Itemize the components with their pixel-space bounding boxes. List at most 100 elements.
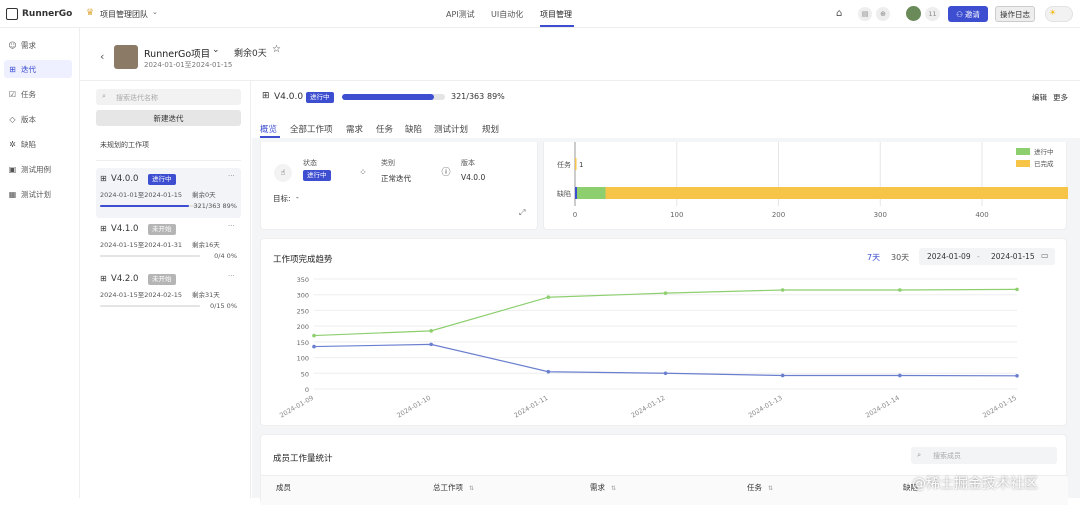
sidebar-item-testcases[interactable]: ▣ 测试用例 (4, 160, 72, 178)
team-selector[interactable]: 项目管理团队 (100, 9, 148, 20)
more-icon[interactable]: ··· (228, 272, 235, 280)
member-count[interactable]: 11 (925, 7, 940, 21)
star-icon[interactable]: ☆ (272, 44, 281, 55)
bar-data-label: 1 (579, 161, 583, 169)
sidebar-item-iteration[interactable]: ⊞ 迭代 (4, 60, 72, 78)
unplanned-items[interactable]: 未规划的工作项 (100, 140, 149, 150)
series-point (312, 344, 316, 349)
tab-project[interactable]: 项目管理 (540, 9, 572, 20)
sidebar-item-version[interactable]: ◇ 版本 (4, 110, 72, 128)
x-tick-label: 2024-01-13 (747, 394, 784, 420)
sidebar-item-label: 需求 (21, 40, 36, 50)
chevron-down-icon[interactable]: ⌄ (152, 8, 158, 16)
detail-tab[interactable]: 缺陷 (405, 123, 422, 135)
table-column-header[interactable]: 任务 ⇅ (747, 482, 773, 493)
theme-toggle[interactable]: ☀ (1045, 6, 1073, 22)
x-tick-label: 100 (670, 211, 683, 219)
more-icon[interactable]: ··· (228, 172, 235, 180)
tab-ui-auto[interactable]: UI自动化 (491, 9, 523, 20)
search-placeholder: 搜索迭代名称 (116, 94, 158, 102)
member-search[interactable]: ⌕ 搜索成员 (911, 447, 1057, 464)
column-label: 任务 (747, 483, 762, 492)
calendar-icon: ▭ (1041, 251, 1049, 260)
series-point (663, 291, 668, 295)
range-30-days[interactable]: 30天 (891, 252, 909, 263)
iteration-status-badge: 未开始 (148, 224, 176, 235)
bar-已完成 (575, 158, 577, 170)
remaining-days: 剩余0天 (234, 49, 267, 59)
tab-api[interactable]: API测试 (446, 9, 475, 20)
brand-name: RunnerGo (22, 9, 73, 19)
sidebar-item-tasks[interactable]: ☑ 任务 (4, 85, 72, 103)
sidebar: ☺ 需求 ⊞ 迭代 ☑ 任务 ◇ 版本 ✲ 缺陷 ▣ 测试用例 ▦ 测试计划 (0, 28, 80, 498)
table-column-header[interactable]: 成员 (276, 482, 291, 493)
doc-icon[interactable]: ▤ (858, 7, 872, 21)
new-iteration-button[interactable]: 新建迭代 (96, 110, 241, 126)
detail-tab[interactable]: 任务 (376, 123, 393, 135)
help-icon[interactable]: ⊕ (876, 7, 890, 21)
more-button[interactable]: 更多 (1053, 92, 1068, 103)
sidebar-item-defects[interactable]: ✲ 缺陷 (4, 135, 72, 153)
sidebar-item-label: 任务 (21, 89, 36, 99)
column-label: 需求 (590, 483, 605, 492)
task-icon: ☑ (8, 89, 17, 99)
sidebar-item-testplan[interactable]: ▦ 测试计划 (4, 185, 72, 203)
operation-log-button[interactable]: 操作日志 (995, 6, 1035, 22)
y-tick-label: 任务 (557, 160, 571, 169)
avatar[interactable] (906, 6, 921, 21)
chevron-down-icon[interactable]: ⌄ (212, 45, 220, 55)
iteration-name: V4.2.0 (111, 274, 139, 284)
sort-icon: ⇅ (611, 485, 617, 492)
sidebar-item-requirements[interactable]: ☺ 需求 (4, 36, 72, 54)
project-name[interactable]: RunnerGo项目 (144, 46, 210, 60)
invite-button[interactable]: ⚇ 邀请 (948, 6, 988, 22)
series-point (780, 373, 785, 378)
x-tick-label: 400 (975, 211, 988, 219)
iteration-remaining: 剩余16天 (192, 241, 220, 249)
detail-tab[interactable]: 需求 (346, 123, 363, 135)
series-point (898, 288, 902, 292)
bug-icon: ✲ (9, 139, 16, 149)
legend-label: 已完成 (1034, 159, 1054, 168)
x-tick-label: 2024-01-11 (513, 394, 550, 420)
detail-tab[interactable]: 测试计划 (434, 123, 468, 135)
iteration-remaining: 剩余0天 (192, 191, 216, 199)
series-point (780, 288, 785, 292)
column-label: 总工作项 (433, 483, 463, 492)
date-range-picker[interactable]: 2024-01-09 - 2024-01-15 ▭ (919, 248, 1055, 265)
iteration-search[interactable]: ⌕ 搜索迭代名称 (96, 89, 241, 105)
sidebar-item-label: 迭代 (21, 64, 36, 74)
detail-tab[interactable]: 规划 (482, 123, 499, 135)
y-tick-label: 50 (301, 370, 309, 378)
version-icon: ⊞ (100, 224, 107, 233)
search-icon: ⌕ (917, 450, 922, 459)
iteration-progress-bar (100, 255, 200, 257)
more-icon[interactable]: ··· (228, 222, 235, 230)
series-line (313, 288, 1018, 337)
iteration-name: V4.1.0 (111, 224, 139, 234)
detail-tab[interactable]: 全部工作项 (290, 123, 333, 135)
iteration-card[interactable]: ⊞ V4.2.0 未开始 ··· 2024-01-15至2024-02-15 剩余31天 0… (96, 268, 241, 318)
range-7-days[interactable]: 7天 (867, 252, 880, 263)
version-icon: ⊞ (100, 274, 107, 283)
table-column-header[interactable]: 总工作项 ⇅ (433, 482, 474, 493)
iteration-card[interactable]: ⊞ V4.0.0 进行中 ··· 2024-01-01至2024-01-15 剩余0天 32… (96, 168, 241, 218)
sun-icon: ☀ (1049, 8, 1057, 17)
detail-tab[interactable]: 概览 (260, 123, 277, 135)
x-tick-label: 2024-01-09 (278, 394, 315, 420)
detail-progress-bar (342, 94, 445, 100)
expand-icon[interactable]: ⤢ (519, 208, 525, 218)
bar-已完成 (605, 187, 1068, 199)
edit-button[interactable]: 编辑 (1032, 92, 1047, 103)
series-point (898, 373, 902, 378)
iteration-card[interactable]: ⊞ V4.1.0 未开始 ··· 2024-01-15至2024-01-31 剩余16天 0… (96, 218, 241, 268)
table-column-header[interactable]: 需求 ⇅ (590, 482, 616, 493)
goal-value: - (296, 193, 299, 202)
sidebar-item-label: 测试计划 (21, 189, 51, 199)
x-tick-label: 2024-01-10 (395, 394, 432, 420)
plugin-icon[interactable]: ⌂ (836, 8, 842, 19)
sort-icon: ⇅ (768, 485, 774, 492)
detail-status-badge: 进行中 (306, 92, 334, 103)
project-date-range: 2024-01-01至2024-01-15 (144, 61, 233, 69)
back-icon[interactable]: ‹ (100, 50, 104, 63)
